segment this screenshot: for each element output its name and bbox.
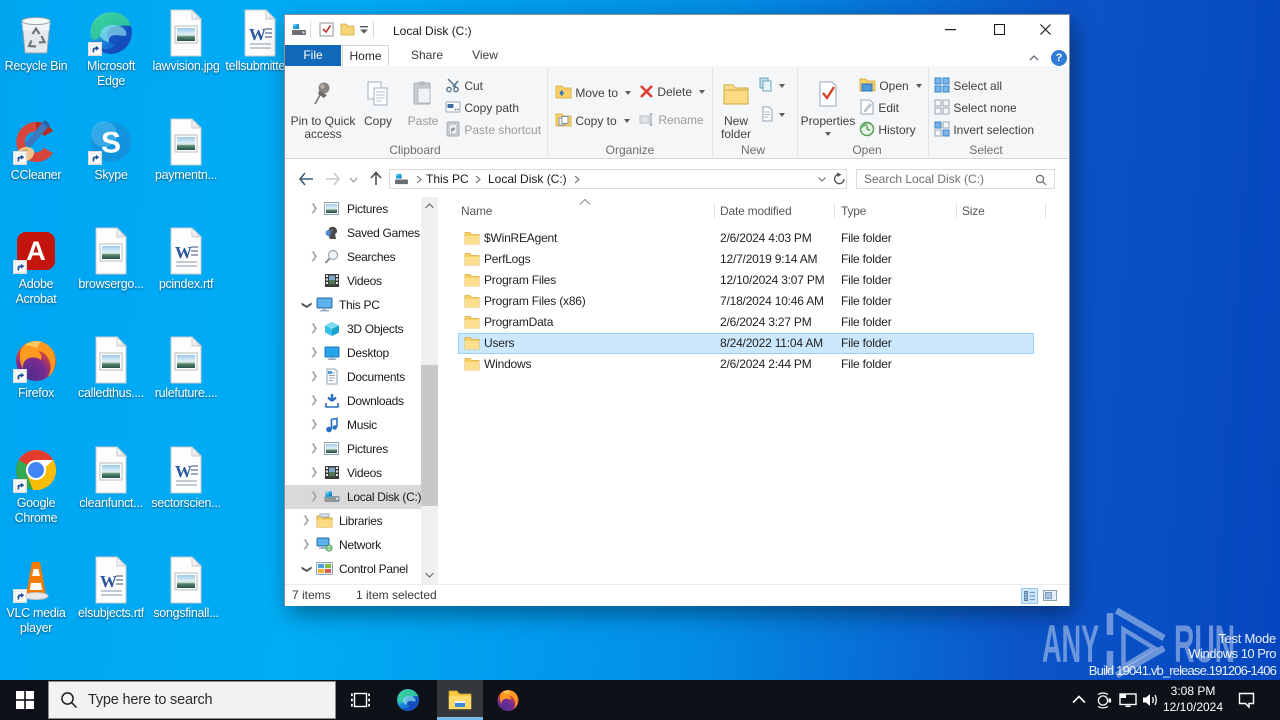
svg-text:S: S [101,127,121,160]
svg-text:A: A [26,236,46,266]
